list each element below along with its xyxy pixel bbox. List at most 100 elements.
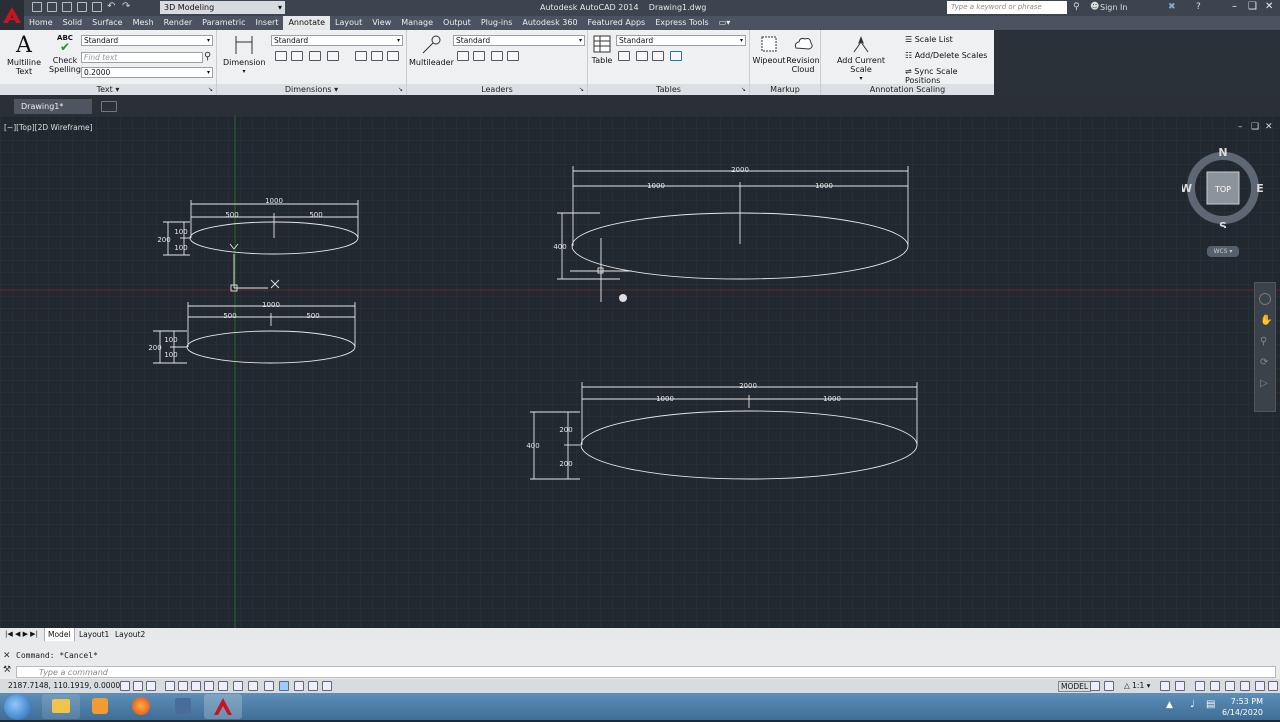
firefox-icon[interactable] — [122, 694, 160, 719]
upload-to-source-icon[interactable] — [670, 51, 682, 61]
leaders-panel-title[interactable]: Leaders ↘ — [407, 84, 587, 95]
close-icon[interactable]: ✕ — [3, 651, 11, 661]
auto-scale-icon[interactable] — [1175, 681, 1185, 691]
user-icon[interactable]: ☻ — [1090, 2, 1099, 12]
continue-dimension-icon[interactable] — [291, 51, 303, 61]
annotation-scaling-panel-title[interactable]: Annotation Scaling — [821, 84, 994, 95]
orbit-icon[interactable]: ⟳ — [1260, 357, 1270, 368]
snap-mode-icon[interactable] — [133, 681, 143, 691]
text-panel-title[interactable]: Text ▾ ↘ — [0, 84, 216, 95]
autocad-taskbar-icon[interactable] — [204, 694, 242, 719]
tab-surface[interactable]: Surface — [87, 16, 127, 30]
dialog-launcher-icon[interactable]: ↘ — [579, 84, 584, 95]
redo-icon[interactable]: ↷ — [122, 2, 132, 12]
tab-layout2[interactable]: Layout2 — [112, 628, 148, 641]
new-drawing-tab[interactable] — [101, 101, 117, 112]
network-icon[interactable]: ▤ — [1206, 699, 1215, 710]
wcs-menu[interactable]: WCS ▾ — [1207, 246, 1239, 257]
steering-wheel-icon[interactable] — [1259, 293, 1271, 305]
collect-leaders-icon[interactable] — [507, 51, 519, 61]
application-menu-button[interactable] — [0, 0, 24, 30]
text-height-select[interactable]: 0.2000 ▾ — [81, 67, 213, 78]
compass-west[interactable]: W — [1182, 182, 1192, 195]
clean-screen-icon[interactable] — [1268, 681, 1278, 691]
download-from-source-icon[interactable] — [652, 51, 664, 61]
sync-scale-positions-button[interactable]: ⇌ Sync Scale Positions — [905, 67, 994, 85]
binoculars-icon[interactable]: ⚲ — [1073, 2, 1080, 12]
minimize-icon[interactable]: – — [1232, 1, 1237, 12]
quick-properties-icon[interactable] — [294, 681, 304, 691]
find-replace-icon[interactable]: ⚲ — [204, 51, 211, 62]
save-icon[interactable] — [62, 2, 72, 12]
system-clock[interactable]: 7:53 PM 6/14/2020 — [1222, 696, 1263, 718]
baseline-dimension-icon[interactable] — [309, 51, 321, 61]
save-as-icon[interactable] — [77, 2, 87, 12]
tab-layout[interactable]: Layout — [330, 16, 367, 30]
print-icon[interactable] — [92, 2, 102, 12]
tab-express-tools[interactable]: Express Tools — [650, 16, 714, 30]
tab-view[interactable]: View — [367, 16, 396, 30]
new-icon[interactable] — [32, 2, 42, 12]
link-data-icon[interactable] — [636, 51, 648, 61]
remove-leader-icon[interactable] — [473, 51, 485, 61]
markup-panel-title[interactable]: Markup — [750, 84, 820, 95]
infer-constraints-icon[interactable] — [120, 681, 130, 691]
annotation-visibility-icon[interactable] — [1160, 681, 1170, 691]
workspace-selector[interactable]: 3D Modeling ▾ — [160, 1, 285, 14]
compass-south[interactable]: S — [1219, 220, 1227, 228]
tab-plug-ins[interactable]: Plug-ins — [476, 16, 518, 30]
oblique-icon[interactable] — [387, 51, 399, 61]
selection-cycling-icon[interactable] — [308, 681, 318, 691]
adjust-space-icon[interactable] — [327, 51, 339, 61]
check-spelling-button[interactable]: ABC ✔ Check Spelling — [48, 34, 82, 74]
tab-insert[interactable]: Insert — [250, 16, 283, 30]
dialog-launcher-icon[interactable]: ↘ — [208, 84, 213, 95]
tab-render[interactable]: Render — [159, 16, 197, 30]
find-text-input[interactable]: Find text — [81, 52, 203, 63]
dynamic-ucs-icon[interactable] — [233, 681, 243, 691]
dimensions-panel-title[interactable]: Dimensions ▾ ↘ — [217, 84, 406, 95]
table-button[interactable]: Table — [590, 34, 614, 65]
transparency-icon[interactable] — [279, 681, 289, 691]
tab-mesh[interactable]: Mesh — [128, 16, 159, 30]
add-current-scale-button[interactable]: Add Current Scale ▾ — [827, 34, 895, 83]
object-snap-tracking-icon[interactable] — [218, 681, 228, 691]
object-snap-icon[interactable] — [191, 681, 201, 691]
tab-manage[interactable]: Manage — [396, 16, 438, 30]
revision-cloud-button[interactable]: Revision Cloud — [786, 34, 820, 74]
workspace-switching-icon[interactable] — [1195, 681, 1205, 691]
text-style-select[interactable]: Standard ▾ — [81, 35, 213, 46]
wrench-icon[interactable]: ⚒ — [3, 665, 11, 675]
viewport-minimize-icon[interactable]: – — [1238, 122, 1243, 132]
tab-layout1[interactable]: Layout1 — [76, 628, 112, 641]
viewcube[interactable]: N S E W TOP — [1182, 146, 1264, 228]
quick-view-drawings-icon[interactable] — [1104, 681, 1114, 691]
app-icon[interactable] — [164, 694, 202, 719]
hardware-acceleration-icon[interactable] — [1225, 681, 1235, 691]
close-icon[interactable]: ✕ — [1265, 1, 1273, 12]
viewport-controls[interactable]: [−][Top][2D Wireframe] — [4, 123, 93, 132]
lock-icon[interactable] — [1210, 681, 1220, 691]
search-input[interactable]: Type a keyword or phrase — [947, 1, 1067, 14]
dimension-style-select[interactable]: Standard ▾ — [271, 35, 403, 46]
tab-annotate[interactable]: Annotate — [283, 16, 331, 30]
add-leader-icon[interactable] — [457, 51, 469, 61]
annotation-scale-select[interactable]: △ 1:1 ▾ — [1124, 681, 1150, 690]
start-button[interactable] — [4, 694, 32, 720]
open-icon[interactable] — [47, 2, 57, 12]
tab-autodesk-360[interactable]: Autodesk 360 — [517, 16, 582, 30]
coordinates-readout[interactable]: 2187.7148, 110.1919, 0.0000 — [8, 681, 120, 690]
wipeout-button[interactable]: Wipeout — [752, 34, 786, 65]
multiline-text-button[interactable]: A Multiline Text — [6, 34, 42, 77]
table-style-select[interactable]: Standard ▾ — [616, 35, 746, 46]
dialog-launcher-icon[interactable]: ↘ — [741, 84, 746, 95]
tab-featured-apps[interactable]: Featured Apps — [583, 16, 651, 30]
tab-parametric[interactable]: Parametric — [197, 16, 250, 30]
leader-style-select[interactable]: Standard ▾ — [453, 35, 585, 46]
dynamic-input-icon[interactable] — [248, 681, 258, 691]
update-dimension-icon[interactable] — [371, 51, 383, 61]
polar-tracking-icon[interactable] — [178, 681, 188, 691]
file-tab-drawing1[interactable]: Drawing1* — [14, 99, 92, 114]
pan-icon[interactable]: ✋ — [1260, 315, 1272, 326]
tables-panel-title[interactable]: Tables ↘ — [588, 84, 749, 95]
